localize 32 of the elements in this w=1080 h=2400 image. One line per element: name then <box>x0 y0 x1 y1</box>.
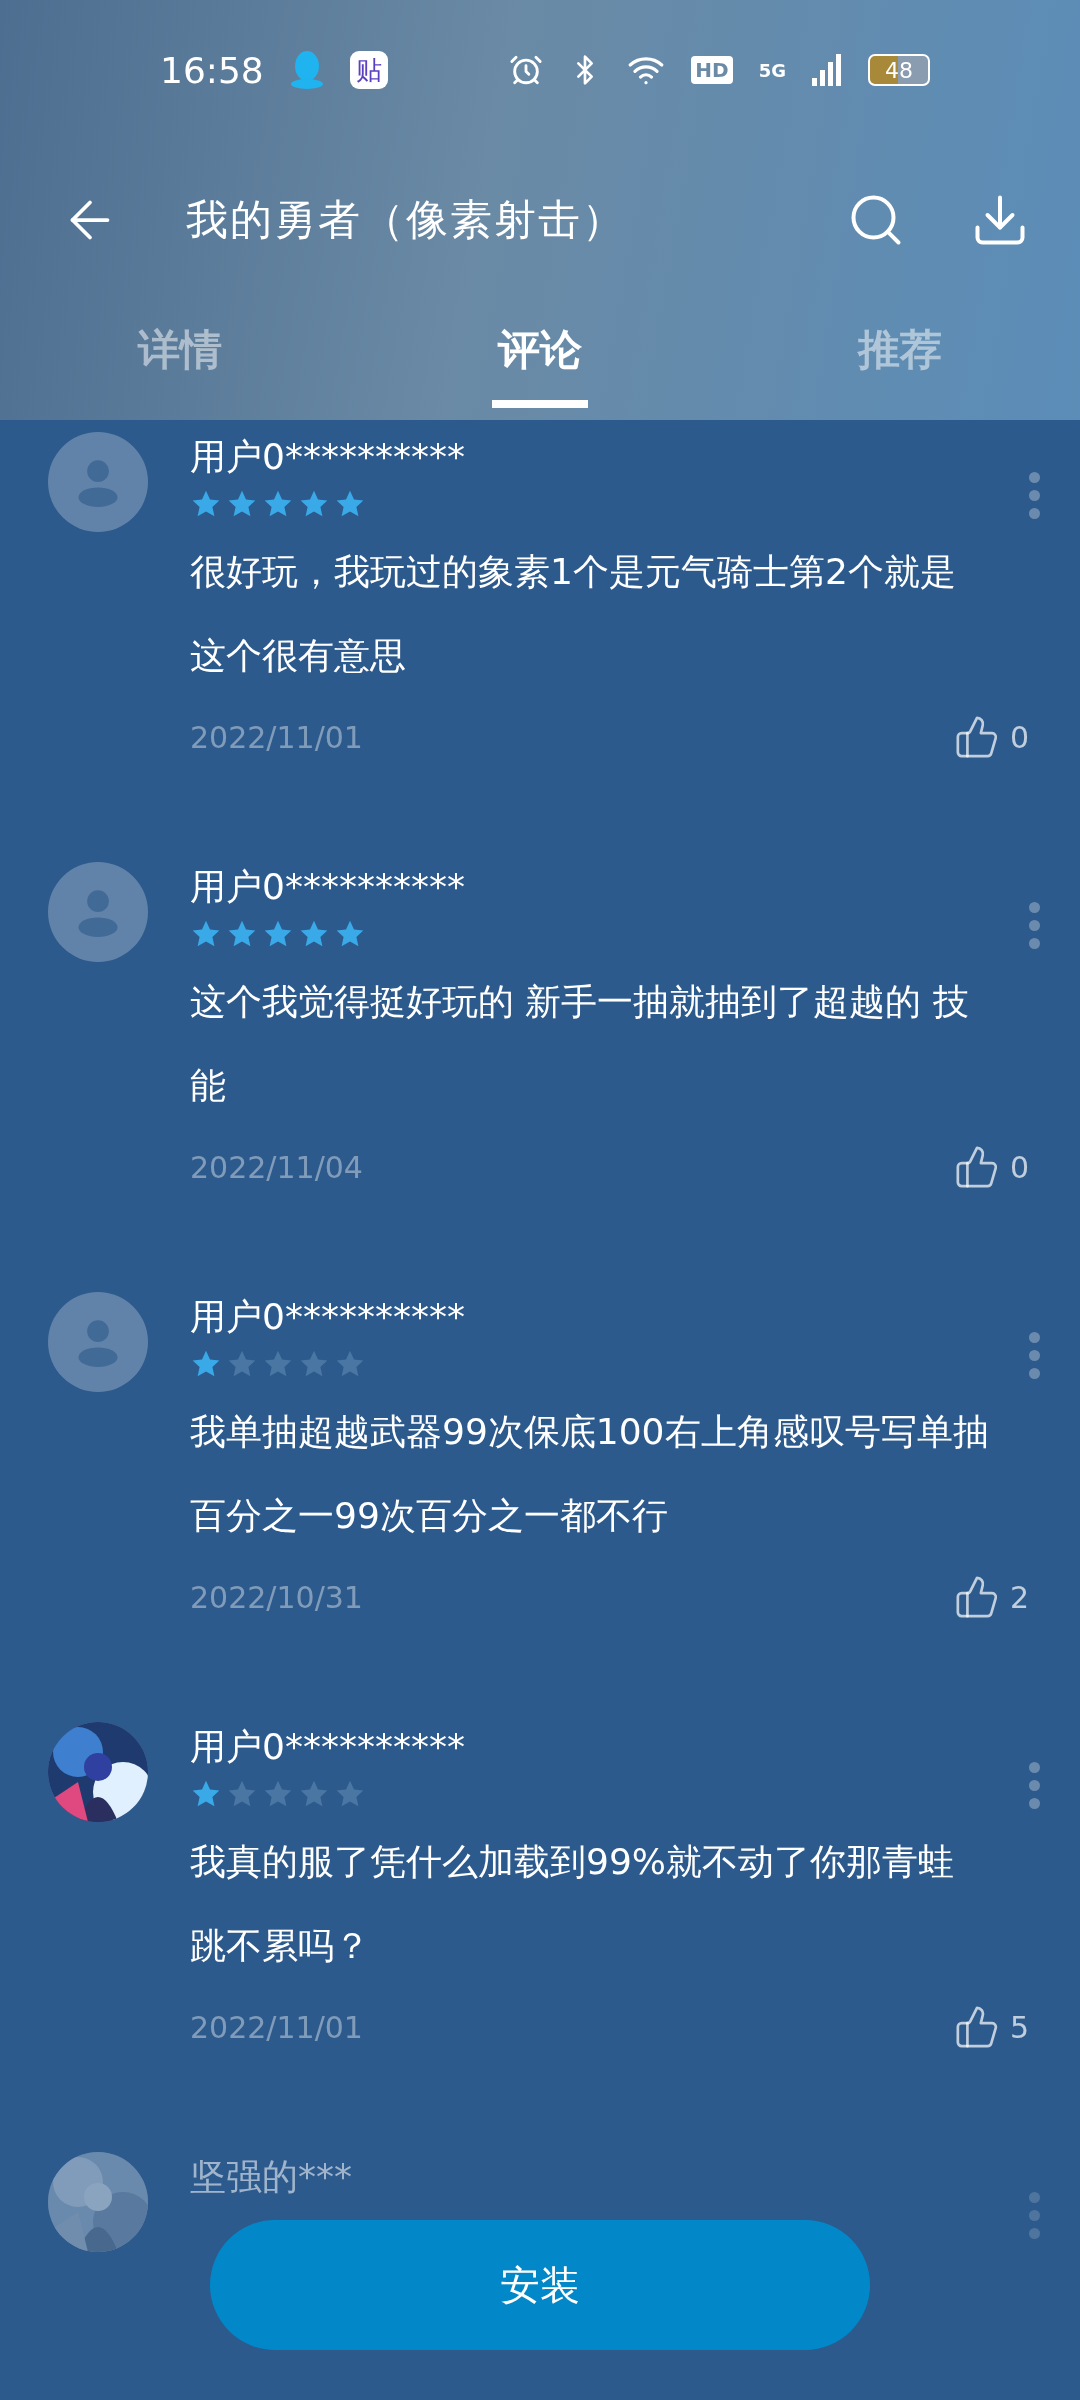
signal-icon <box>812 54 842 86</box>
tab[interactable]: 评论 <box>360 300 720 420</box>
app-badge-icon: 贴 <box>349 51 388 89</box>
like-count: 5 <box>1009 2009 1029 2045</box>
app-title: 我的勇者（像素射击） <box>186 194 627 246</box>
tab[interactable]: 详情 <box>0 300 360 420</box>
user-name: 用户0********** <box>190 1725 466 1769</box>
like-count: 0 <box>1009 719 1029 755</box>
status-time: 16:58 <box>160 49 264 91</box>
comment-date: 2022/11/04 <box>190 1149 364 1185</box>
thumbs-up-icon[interactable] <box>953 1574 1000 1620</box>
alarm-icon <box>509 53 544 87</box>
comment-text: 我真的服了凭什么加载到99%就不动了你那青蛙跳不累吗？ <box>190 1840 955 1968</box>
thumbs-up-icon[interactable] <box>953 714 1000 760</box>
comment-date: 2022/10/31 <box>190 1579 364 1615</box>
hd-label: HD <box>691 56 733 84</box>
like-count: 0 <box>1009 1149 1029 1185</box>
install-button[interactable]: 安装 <box>210 2220 870 2350</box>
like-count: 2 <box>1009 1579 1029 1615</box>
thumbs-up-icon[interactable] <box>953 1144 1000 1190</box>
network-label: 5G <box>758 59 786 81</box>
user-name: 坚强的*** <box>190 2155 353 2199</box>
comment-text: 我单抽超越武器99次保底100右上角感叹号写单抽百分之一99次百分之一都不行 <box>190 1410 990 1538</box>
thumbs-up-icon[interactable] <box>953 2004 1000 2050</box>
user-name: 用户0********** <box>190 435 466 479</box>
comment-date: 2022/11/01 <box>190 2009 364 2045</box>
comment-text: 很好玩，我玩过的象素1个是元气骑士第2个就是这个很有意思 <box>190 550 957 678</box>
user-name: 用户0********** <box>190 865 466 909</box>
user-name: 用户0********** <box>190 1295 466 1339</box>
comment-date: 2022/11/01 <box>190 719 364 755</box>
comment-text: 这个我觉得挺好玩的 新手一抽就抽到了超越的 技能 <box>190 980 970 1108</box>
tab[interactable]: 推荐 <box>720 300 1080 420</box>
